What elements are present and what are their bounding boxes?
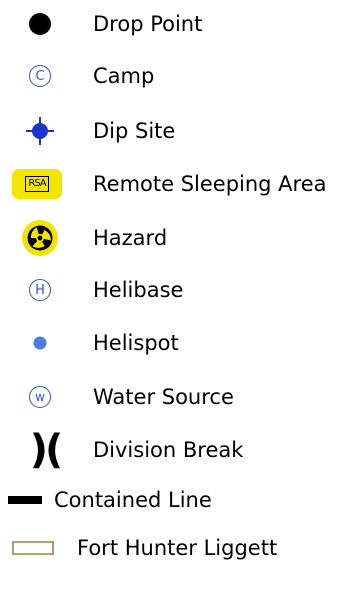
legend-label: Contained Line	[54, 488, 212, 512]
legend-label: Water Source	[93, 385, 234, 409]
legend-item-contained-line: Contained Line	[0, 480, 359, 520]
legend-label: Drop Point	[93, 12, 203, 36]
legend-item-dip-site: Dip Site	[0, 111, 359, 151]
crosshair-target-icon	[22, 111, 58, 151]
legend-item-division-break: )( Division Break	[0, 430, 359, 470]
legend-item-helispot: Helispot	[0, 323, 359, 363]
circled-c-icon: C	[22, 56, 58, 96]
rsa-badge-icon: RSA	[11, 164, 63, 204]
legend-label: Helispot	[93, 331, 179, 355]
blue-dot-icon	[22, 323, 58, 363]
legend-item-hazard: Hazard	[0, 218, 359, 258]
legend-item-water-source: w Water Source	[0, 377, 359, 417]
legend-item-helibase: H Helibase	[0, 270, 359, 310]
legend-item-fort-hunter-liggett: Fort Hunter Liggett	[0, 528, 359, 568]
opposed-parentheses-icon: )(	[29, 427, 64, 473]
legend-label: Division Break	[93, 438, 244, 462]
solid-black-line-icon	[8, 480, 42, 520]
tan-outlined-rectangle-icon	[11, 528, 55, 568]
radiation-hazard-icon	[20, 218, 60, 258]
legend-label: Helibase	[93, 278, 184, 302]
filled-black-circle-icon	[22, 4, 58, 44]
legend-item-remote-sleeping-area: RSA Remote Sleeping Area	[0, 164, 359, 204]
legend-label: Dip Site	[93, 119, 176, 143]
legend-item-drop-point: Drop Point	[0, 4, 359, 44]
legend-label: Remote Sleeping Area	[93, 172, 327, 196]
legend-label: Fort Hunter Liggett	[77, 536, 278, 560]
legend-item-camp: C Camp	[0, 56, 359, 96]
rsa-badge-text: RSA	[25, 176, 49, 192]
map-legend: Drop Point C Camp Dip Site RSA Remote Sl…	[0, 0, 359, 603]
circled-h-icon: H	[22, 270, 58, 310]
legend-label: Hazard	[93, 226, 168, 250]
circled-w-icon: w	[22, 377, 58, 417]
legend-label: Camp	[93, 64, 155, 88]
